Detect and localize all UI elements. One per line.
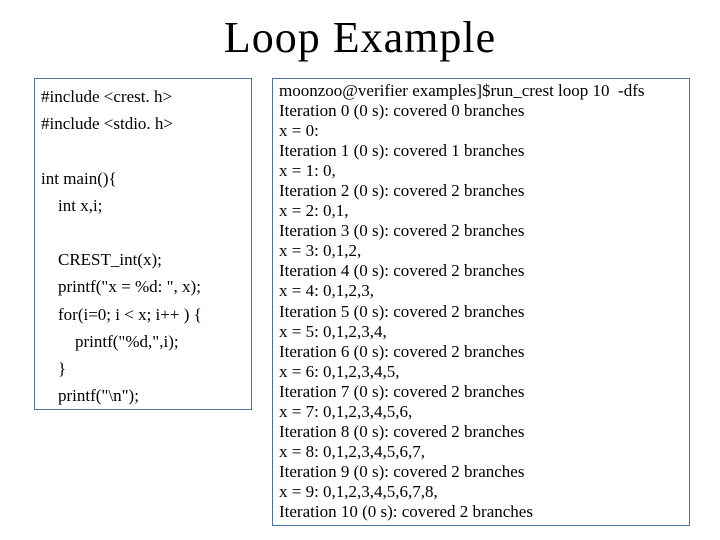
slide-title: Loop Example xyxy=(0,12,720,63)
source-code-box: #include <crest. h> #include <stdio. h> … xyxy=(34,78,252,410)
slide: Loop Example #include <crest. h> #includ… xyxy=(0,0,720,540)
program-output-box: moonzoo@verifier examples]$run_crest loo… xyxy=(272,78,690,526)
